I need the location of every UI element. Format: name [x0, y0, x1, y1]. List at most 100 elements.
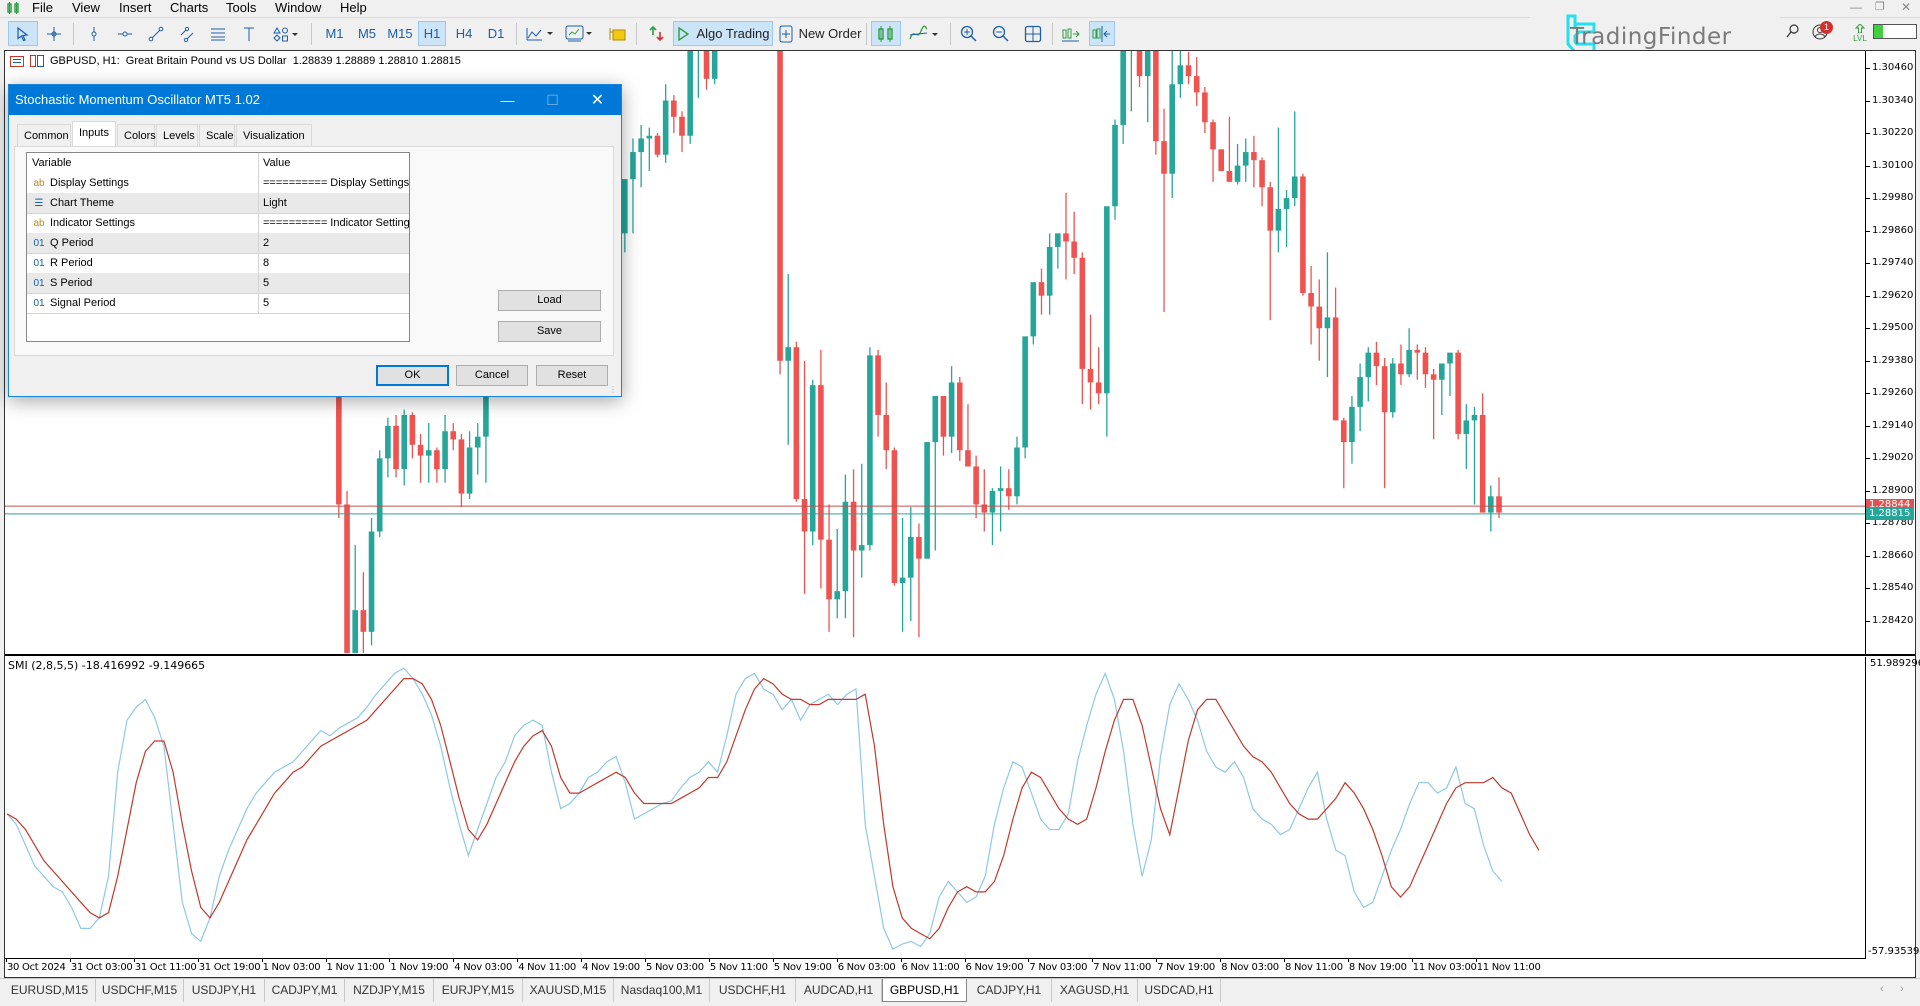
input-row[interactable]: 01 S Period 5	[27, 273, 409, 294]
text-tool-button[interactable]	[236, 21, 262, 46]
variable-column-header[interactable]: Variable	[27, 153, 259, 173]
reset-button[interactable]: Reset	[536, 365, 608, 386]
horizontal-line-button[interactable]	[111, 21, 139, 46]
input-row[interactable]: 01 Q Period 2	[27, 233, 409, 254]
menu-insert[interactable]: Insert	[119, 0, 152, 15]
menu-window[interactable]: Window	[275, 0, 321, 15]
inputs-grid[interactable]: Variable Value ab Display Settings =======…	[26, 152, 410, 342]
vertical-line-button[interactable]	[80, 21, 108, 46]
algo-trading-button[interactable]: Algo Trading	[673, 21, 773, 46]
menu-charts[interactable]: Charts	[170, 0, 208, 15]
dialog-tab-visualization[interactable]: Visualization	[236, 124, 312, 146]
chart-tab[interactable]: EURUSD,M15	[4, 979, 96, 1002]
candle-body	[1120, 51, 1126, 125]
timeframe-h1-button[interactable]: H1	[418, 21, 446, 46]
input-row[interactable]: ab Indicator Settings ========== Indicator…	[27, 213, 409, 234]
new-order-button[interactable]: New Order	[776, 21, 864, 46]
bearish-candle	[1210, 119, 1216, 182]
smi-oscillator-chart[interactable]	[5, 657, 1865, 957]
candlestick-chart-button[interactable]	[871, 21, 901, 46]
chart-shift-button[interactable]	[1089, 21, 1115, 46]
chart-tab[interactable]: USDJPY,H1	[184, 979, 265, 1002]
input-row[interactable]: ☰ Chart Theme Light	[27, 193, 409, 214]
time-axis-label: 31 Oct 03:00	[70, 962, 133, 973]
save-button[interactable]: Save	[498, 321, 601, 342]
timeframe-d1-button[interactable]: D1	[481, 21, 511, 46]
pane-separator[interactable]	[5, 654, 1915, 656]
crosshair-tool-button[interactable]	[40, 21, 68, 46]
minimize-window-button[interactable]: —	[1850, 0, 1862, 14]
load-button[interactable]: Load	[498, 290, 601, 311]
chart-tab[interactable]: USDCHF,H1	[710, 979, 796, 1002]
input-value[interactable]: 5	[263, 293, 409, 313]
zoom-out-button[interactable]	[987, 21, 1015, 46]
ok-button[interactable]: OK	[376, 365, 449, 386]
input-value[interactable]: 8	[263, 253, 409, 273]
dialog-tab-levels[interactable]: Levels	[156, 124, 198, 146]
dialog-tab-inputs[interactable]: Inputs	[72, 121, 116, 147]
input-value[interactable]: Light	[263, 193, 409, 213]
trendline-button[interactable]	[142, 21, 170, 46]
value-column-header[interactable]: Value	[263, 153, 409, 173]
timeframe-m1-button[interactable]: M1	[320, 21, 349, 46]
dialog-tab-common[interactable]: Common	[17, 124, 71, 146]
search-button[interactable]	[1786, 24, 1800, 42]
chart-tab[interactable]: Nasdaq100,M1	[614, 979, 710, 1002]
cancel-button[interactable]: Cancel	[456, 365, 528, 386]
timeframe-m15-button[interactable]: M15	[384, 21, 416, 46]
chart-tab[interactable]: NZDJPY,M15	[345, 979, 434, 1002]
input-row[interactable]: 01 Signal Period 5	[27, 293, 409, 314]
cursor-icon	[17, 26, 29, 41]
input-row[interactable]: 01 R Period 8	[27, 253, 409, 274]
one-click-trading-button[interactable]	[644, 21, 670, 46]
shapes-dropdown-button[interactable]	[266, 21, 306, 46]
chart-tab[interactable]: CADJPY,H1	[967, 979, 1052, 1002]
dialog-maximize-button[interactable]: ☐	[530, 85, 575, 115]
menu-tools[interactable]: Tools	[226, 0, 256, 15]
tabs-scroll-right-button[interactable]: ›	[1900, 983, 1904, 995]
restore-window-button[interactable]: ❐	[1875, 0, 1885, 13]
input-value[interactable]: 5	[263, 273, 409, 293]
close-window-button[interactable]: ✕	[1901, 0, 1911, 14]
bearish-candle	[679, 111, 685, 153]
zoom-in-button[interactable]	[955, 21, 983, 46]
dialog-close-button[interactable]: ✕	[575, 85, 620, 115]
chart-tab[interactable]: USDCHF,M15	[96, 979, 184, 1002]
chart-tab[interactable]: AUDCAD,H1	[796, 979, 882, 1002]
chart-tab[interactable]: CADJPY,M1	[265, 979, 345, 1002]
candle-body	[1308, 292, 1314, 307]
dialog-tab-scale[interactable]: Scale	[199, 124, 235, 146]
dialog-title-bar[interactable]: Stochastic Momentum Oscillator MT5 1.02 …	[9, 85, 621, 115]
auto-scroll-button[interactable]	[1057, 21, 1085, 46]
tabs-scroll-left-button[interactable]: ‹	[1880, 983, 1884, 995]
tile-windows-button[interactable]	[1019, 21, 1047, 46]
templates-dropdown-button[interactable]	[562, 21, 598, 46]
menu-help[interactable]: Help	[340, 0, 367, 15]
chart-tab[interactable]: XAGUSD,H1	[1052, 979, 1138, 1002]
indicators-dropdown-button[interactable]	[905, 21, 945, 46]
chart-tab[interactable]: USDCAD,H1	[1138, 979, 1221, 1002]
timeframe-m5-button[interactable]: M5	[352, 21, 382, 46]
equidistant-channel-button[interactable]	[173, 21, 201, 46]
channel-icon	[180, 26, 194, 42]
input-value[interactable]: 2	[263, 233, 409, 253]
dialog-tab-colors[interactable]: Colors	[117, 124, 156, 146]
menu-file[interactable]: File	[32, 0, 53, 15]
input-value[interactable]: ========== Indicator Settings =====...	[263, 213, 409, 233]
menu-view[interactable]: View	[72, 0, 100, 15]
play-icon	[677, 26, 689, 41]
chart-tab[interactable]: XAUUSD,M15	[523, 979, 614, 1002]
fibonacci-button[interactable]	[204, 21, 232, 46]
candle-body	[818, 385, 824, 540]
chart-tab[interactable]: GBPUSD,H1	[882, 979, 967, 1002]
profiles-button[interactable]	[604, 21, 630, 46]
cursor-tool-button[interactable]	[8, 21, 38, 46]
resize-grip-icon[interactable]: ⋮	[609, 385, 617, 394]
chart-type-dropdown-button[interactable]	[524, 21, 558, 46]
timeframe-h4-button[interactable]: H4	[449, 21, 479, 46]
input-row[interactable]: ab Display Settings ========== Display Set…	[27, 173, 409, 194]
dialog-minimize-button[interactable]: —	[485, 85, 530, 115]
input-value[interactable]: ========== Display Settings ======...	[263, 173, 409, 193]
chart-tab[interactable]: EURJPY,M15	[434, 979, 523, 1002]
bearish-candle	[891, 447, 898, 586]
